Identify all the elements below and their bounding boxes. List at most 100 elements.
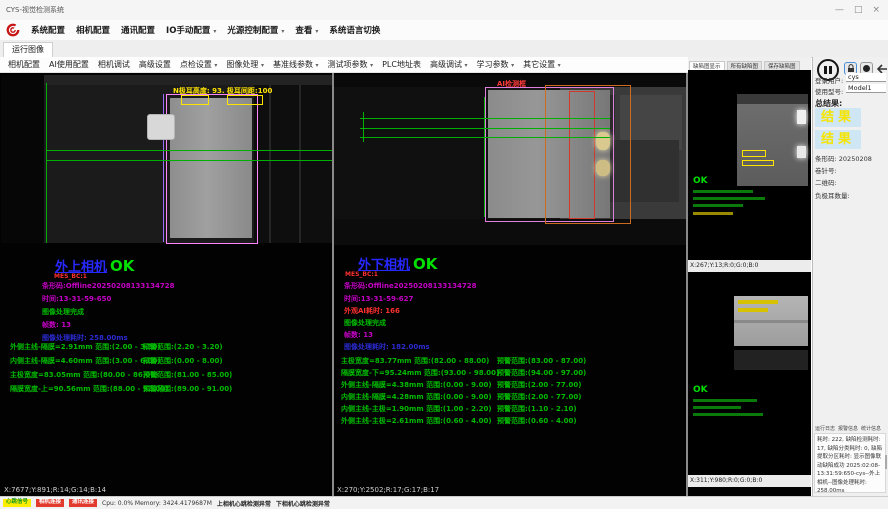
machine-structure [737,94,808,104]
menu-comm-config[interactable]: 通讯配置 [121,24,155,36]
needle-number-label: 卷针号: [815,165,837,175]
defect-image [734,296,808,346]
pixel-coords-readout: X:7677;Y:891;R:14;G:14;B:14 [4,486,106,494]
tool-camera-debug[interactable]: 相机调试 [98,59,130,70]
tab-run-log[interactable]: 运行日志 [815,425,835,432]
annotation-box [227,95,263,105]
minimize-icon[interactable]: — [835,6,844,15]
menu-system-config[interactable]: 系统配置 [31,24,65,36]
tiny-text-lines [693,413,763,416]
tiny-text-lines [693,399,757,402]
tool-spot-check[interactable]: 点检设置 ▾ [180,59,218,70]
center-camera-view[interactable]: AI检测框 外下相机OK MES_BC:1 条形码:Offline2025020… [334,73,686,497]
tool-image-processing[interactable]: 图像处理 ▾ [226,59,264,70]
status-bar: 心跳信号 相机连接 通讯连接 Cpu: 0.0% Memory: 3424.41… [0,496,888,509]
reference-line-green [363,112,364,142]
tool-advanced-debug[interactable]: 高级调试 ▾ [430,59,468,70]
tab-stats-info[interactable]: 统计信息 [861,425,881,432]
measurement-row: 主极宽度=83.05mm 范围:(80.00 - 86.00)预警范围:(81.… [10,370,158,382]
result-block-2: 结果 [815,130,861,149]
login-user-value[interactable]: cys [846,73,886,82]
pause-icon [824,66,827,74]
panel-barcode-label: 条形码: 20250208 [815,153,872,163]
measurement-row: 内侧主线-隔膜=4.60mm 范围:(3.00 - 6.00)预警范围:(0.0… [10,356,161,368]
gripper-part [147,114,175,140]
qr-code-label: 二维码: [815,177,837,187]
pixel-coords-readout: X:270;Y:2502;R:17;G:17;B:17 [337,486,439,494]
tool-learning-params[interactable]: 学习参数 ▾ [477,59,515,70]
measurement-row: 隔膜宽度-下=95.24mm 范围:(93.00 - 98.00)预警范围:(9… [341,368,499,380]
log-tab-strip: 运行日志 报警信息 统计信息 [815,425,881,432]
maximize-icon[interactable]: □ [854,6,863,15]
machine-structure [1,75,332,85]
annotation-box [181,95,209,105]
log-scrollbar[interactable] [885,455,887,469]
window-title: CYS-视觉检测系统 [6,5,64,15]
log-text-area[interactable]: 耗时: 222, 缺陷检测耗时: 17, 缺陷分类耗时: 0, 缺陷提取分区耗时… [814,433,886,493]
defect-view-bottom[interactable]: OK [688,273,811,475]
app-logo-icon [6,23,20,37]
reference-line-green [46,83,47,243]
left-camera-view[interactable]: N极耳高度: 93. 极耳间距:100 外上相机OK MES_BC:1 条形码:… [1,73,332,497]
panel-barcode-value: 20250208 [839,155,872,163]
menu-io-manual-config[interactable]: IO手动配置 ▾ [166,24,216,36]
result-ok-text: OK [693,385,708,395]
reference-line-green [46,160,332,161]
mes-status-text: MES_BC:1 [54,273,87,280]
mes-status-text: MES_BC:1 [345,271,378,278]
reference-line-green [360,128,610,129]
menu-light-control-config[interactable]: 光源控制配置 ▾ [227,24,284,36]
heartbeat-status-badge: 心跳信号 [3,499,31,507]
tool-baseline-params[interactable]: 基准线参数 ▾ [273,59,319,70]
defect-view-top[interactable]: OK [688,70,811,260]
tiny-text-lines [693,190,753,193]
menu-view[interactable]: 查看 ▾ [295,24,318,36]
close-icon[interactable]: × [872,6,880,15]
tab-defect-display[interactable]: 缺陷图显示 [689,61,725,70]
title-bar: CYS-视觉检测系统 — □ × [0,0,888,21]
bright-spot [797,110,806,124]
model-label: 使用型号: [815,86,843,96]
tool-test-item-params[interactable]: 测试项参数 ▾ [328,59,374,70]
machine-structure [734,320,808,323]
tool-advanced-settings[interactable]: 高级设置 [139,59,171,70]
tab-run-image[interactable]: 运行图像 [3,42,53,58]
bright-spot [797,146,806,158]
time-text: 时间:13-31-59-627 [344,294,413,304]
center-camera-image: AI检测框 [334,75,686,245]
login-user-label: 登录用户: [815,75,843,85]
tab-saved-defects[interactable]: 保存缺陷图 [764,61,800,70]
frame-count-text: 帧数: 13 [42,320,71,330]
tiny-text-lines [693,212,733,215]
defect-tab-strip: 缺陷图显示 所有缺陷图 保存缺陷图 [688,57,811,70]
camera-connect-badge: 相机连接 [36,499,64,507]
lower-camera-alarm-text: 下相机心跳检测异常 [276,499,330,508]
time-text: 时间:13-31-59-650 [42,294,111,304]
tab-strip: 运行图像 [0,40,888,58]
model-value[interactable]: Model1 [846,84,886,93]
left-camera-image: N极耳高度: 93. 极耳间距:100 [1,75,332,243]
tool-ai-usage-config[interactable]: AI使用配置 [49,59,89,70]
tiny-text-lines [693,406,741,409]
menu-camera-config[interactable]: 相机配置 [76,24,110,36]
defect-image [737,94,808,186]
annotation-mark [738,308,768,312]
tab-alarm-info[interactable]: 报警信息 [838,425,858,432]
reference-line-green [484,97,485,217]
measurement-row: 外侧主线-隔膜=2.91mm 范围:(2.00 - 3.50)预警范围:(2.2… [10,342,161,354]
measurement-row: 内侧主线-主极=1.90mm 范围:(1.00 - 2.20)预警范围:(1.1… [341,404,492,416]
reference-line-green [360,118,610,119]
measurement-row: 内侧主线-隔膜=4.28mm 范围:(0.00 - 9.00)预警范围:(2.0… [341,392,492,404]
pause-icon [829,66,832,74]
frame-count-text: 帧数: 13 [344,330,373,340]
tool-plc-address-table[interactable]: PLC地址表 [382,59,421,70]
machine-structure [1,75,44,243]
pixel-coords-readout: X:311;Y:980;R:0;G:0;B:0 [688,475,811,487]
tool-other-settings[interactable]: 其它设置 ▾ [523,59,561,70]
tab-all-defects[interactable]: 所有缺陷图 [727,61,763,70]
ai-time-text: 外观AI耗时: 166 [344,306,400,316]
reference-line-green [46,150,332,151]
menu-language-switch[interactable]: 系统语言切换 [329,24,380,36]
tool-camera-config[interactable]: 相机配置 [8,59,40,70]
annotation-box [742,150,766,157]
